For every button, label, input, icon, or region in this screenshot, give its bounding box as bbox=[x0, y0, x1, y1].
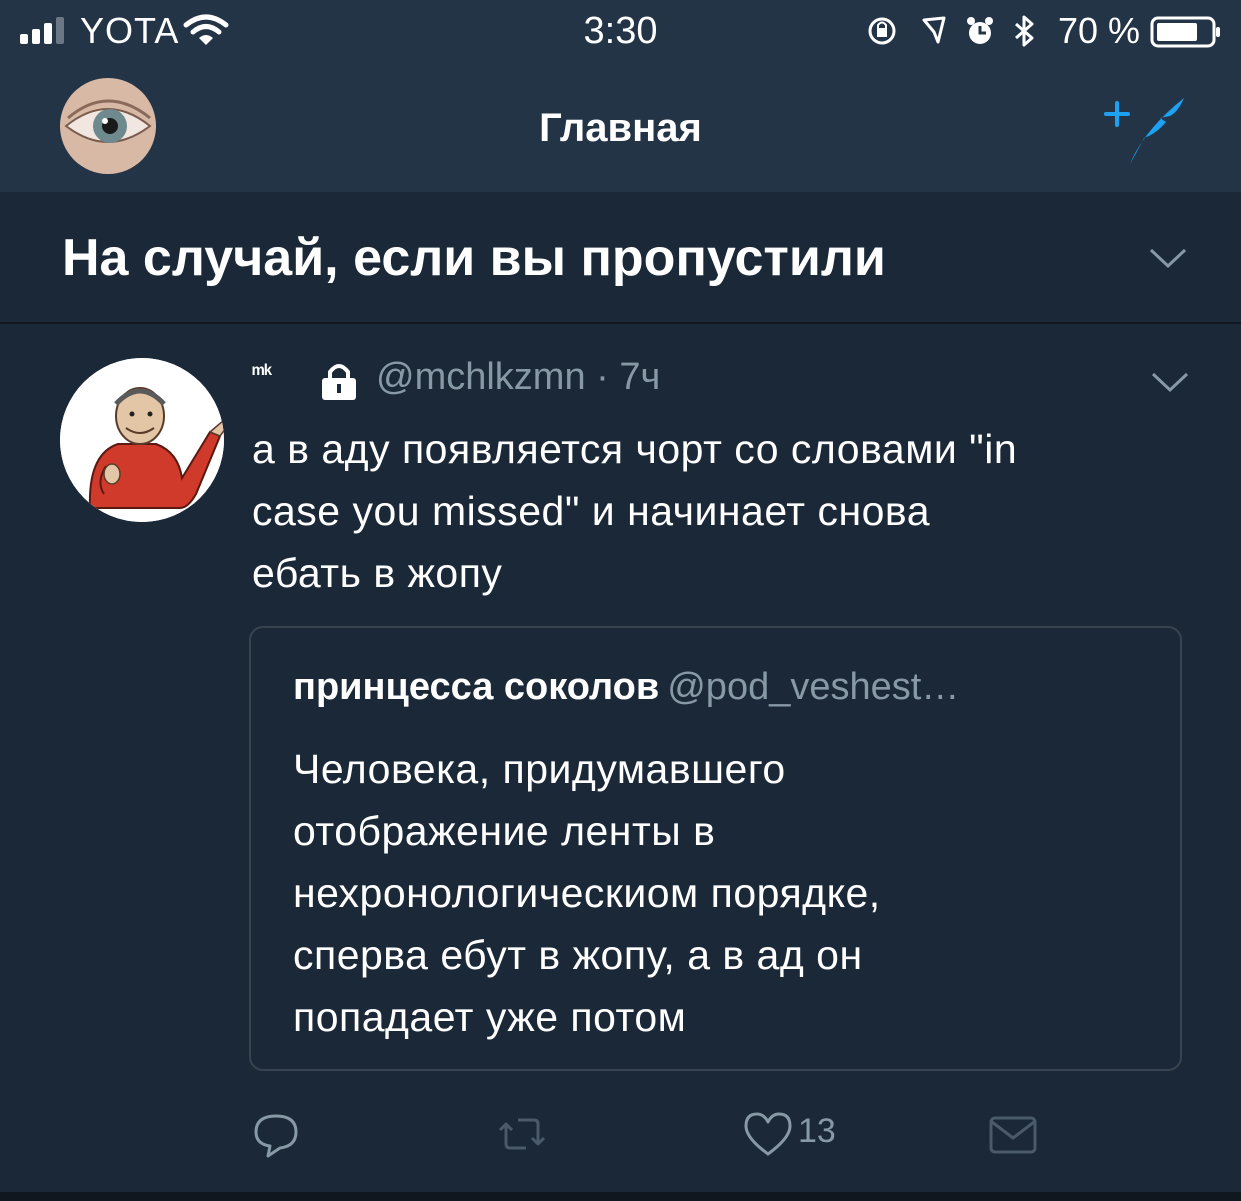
direct-message-button[interactable] bbox=[988, 1110, 1040, 1166]
system-icons bbox=[868, 15, 1034, 47]
in-case-you-missed-it-header: На случай, если вы пропустили bbox=[0, 192, 1241, 324]
retweet-button[interactable] bbox=[496, 1110, 548, 1166]
section-title: На случай, если вы пропустили bbox=[62, 229, 886, 287]
quoted-tweet-text: Человека, придумавшего отображение ленты… bbox=[293, 746, 881, 1040]
tweet[interactable]: ᵐᵏ @mchlkzmn · 7ч а в аду появляется чор… bbox=[0, 326, 1241, 1192]
top-navigation-bar: Главная bbox=[0, 66, 1241, 192]
retweet-icon bbox=[498, 1118, 546, 1150]
compose-tweet-button[interactable] bbox=[1100, 90, 1190, 170]
quoted-author-handle: @pod_veshest… bbox=[667, 666, 960, 708]
rotation-lock-icon bbox=[868, 17, 896, 45]
like-button[interactable] bbox=[742, 1110, 794, 1166]
battery-icon bbox=[1150, 16, 1220, 48]
pointing-man-avatar-image bbox=[60, 358, 224, 522]
lock-icon bbox=[322, 364, 356, 400]
heart-icon bbox=[744, 1112, 792, 1156]
quoted-author-name: принцесса соколов bbox=[293, 666, 660, 708]
envelope-icon bbox=[989, 1116, 1037, 1154]
divider bbox=[0, 1192, 1241, 1201]
author-handle-and-timestamp[interactable]: @mchlkzmn · 7ч bbox=[376, 356, 660, 399]
author-display-name[interactable]: ᵐᵏ bbox=[252, 360, 272, 386]
quoted-tweet[interactable]: принцесса соколов @pod_veshest… Человека,… bbox=[249, 626, 1182, 1071]
author-avatar[interactable] bbox=[60, 358, 224, 522]
tweet-actions: 13 bbox=[0, 1106, 1241, 1176]
reply-button[interactable] bbox=[250, 1110, 302, 1166]
tweet-text: а в аду появляется чорт со словами "in c… bbox=[252, 426, 1018, 596]
alarm-icon bbox=[967, 17, 993, 44]
clock: 3:30 bbox=[583, 10, 658, 52]
status-bar: YOTA 3:30 70 % bbox=[0, 0, 1241, 66]
location-arrow-icon bbox=[922, 16, 946, 44]
page-title: Главная bbox=[539, 106, 702, 150]
chevron-down-icon[interactable] bbox=[1148, 246, 1188, 270]
chevron-down-icon[interactable] bbox=[1150, 370, 1190, 394]
reply-icon bbox=[254, 1114, 298, 1158]
bluetooth-icon bbox=[1015, 15, 1034, 47]
like-count: 13 bbox=[798, 1112, 836, 1150]
battery-percentage: 70 % bbox=[1058, 10, 1141, 51]
quoted-author[interactable]: принцесса соколов @pod_veshest… bbox=[293, 666, 959, 709]
